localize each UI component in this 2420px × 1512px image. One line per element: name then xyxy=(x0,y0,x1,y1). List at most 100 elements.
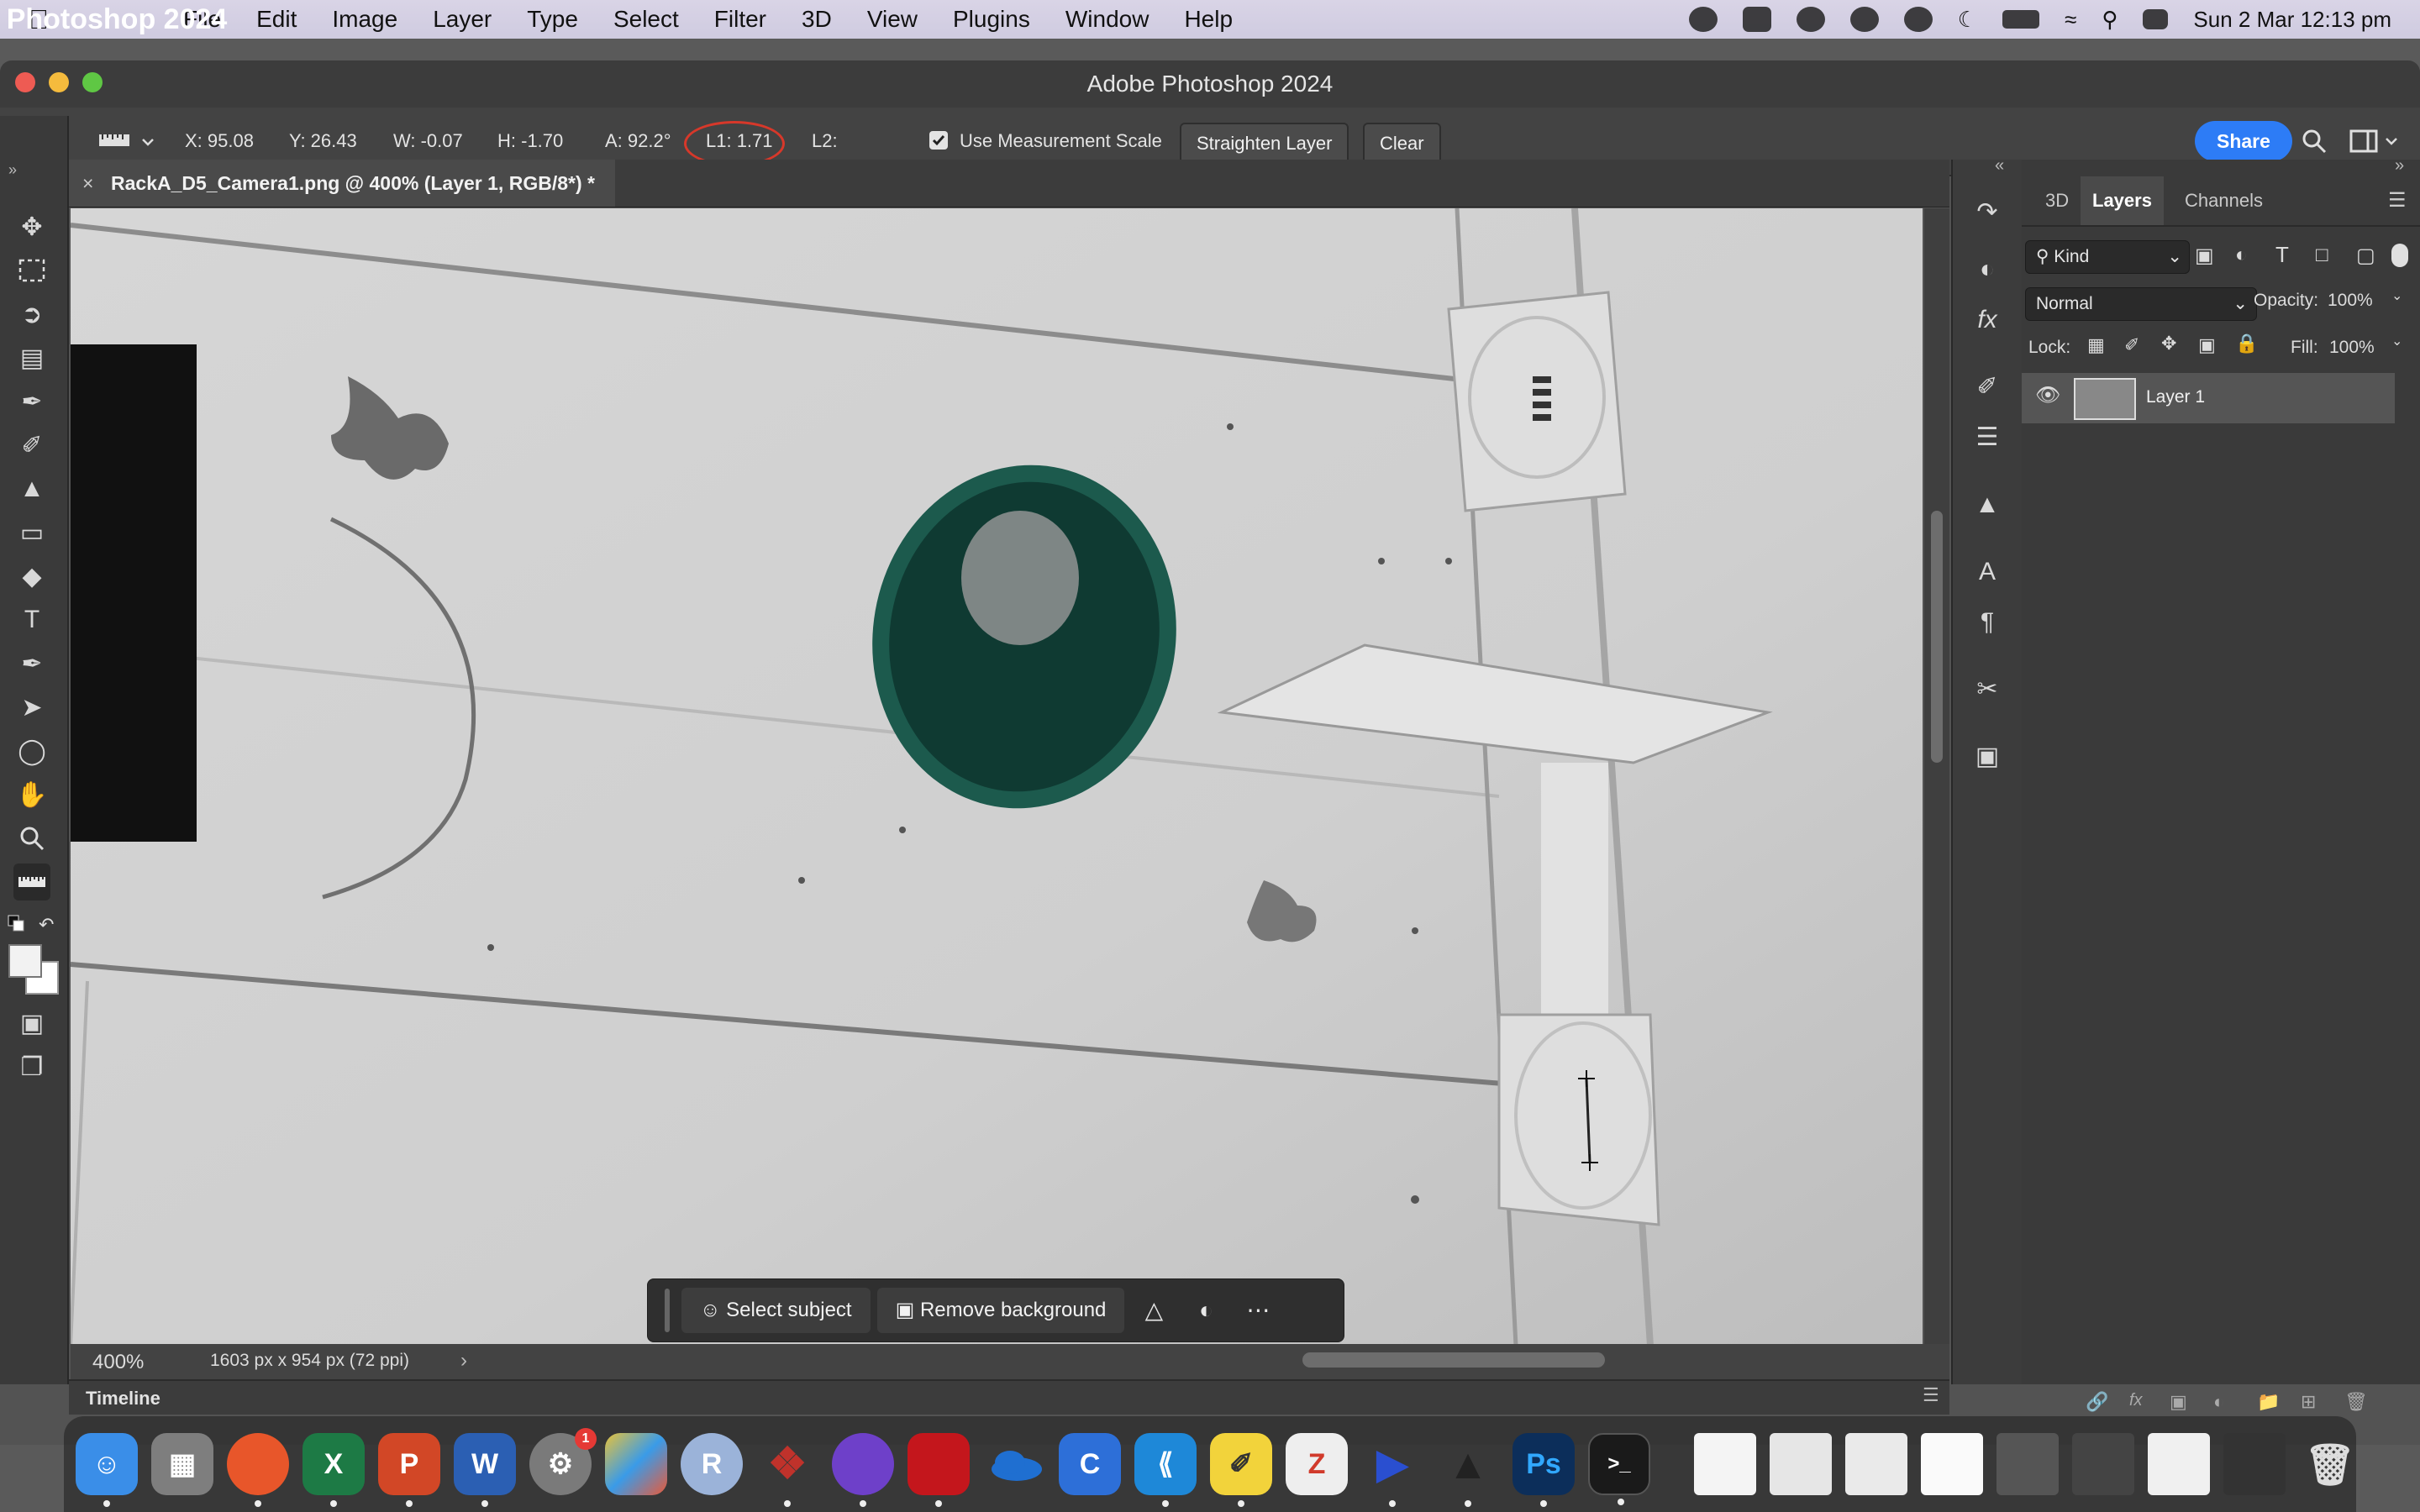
collapse-strip-icon[interactable]: « xyxy=(1995,156,2004,176)
zoom-tool-icon[interactable] xyxy=(13,820,50,857)
share-button[interactable]: Share xyxy=(2195,121,2292,161)
menu-view[interactable]: View xyxy=(850,6,935,33)
delete-layer-icon[interactable]: 🗑 xyxy=(2344,1391,2368,1413)
select-subject-button[interactable]: ☺ Select subject xyxy=(681,1288,871,1333)
history-icon[interactable]: ↷ xyxy=(1970,195,2005,230)
timeline-menu-icon[interactable]: ☰ xyxy=(1923,1384,1939,1406)
menu-select[interactable]: Select xyxy=(596,6,697,33)
clone-source-icon[interactable]: ▲ xyxy=(1970,487,2005,522)
vertical-scroll-thumb[interactable] xyxy=(1931,511,1943,763)
marquee-tool-icon[interactable] xyxy=(13,252,50,289)
opacity-value[interactable]: 100% xyxy=(2328,291,2373,311)
menu-filter[interactable]: Filter xyxy=(697,6,784,33)
adjustment-icon[interactable]: ◐ xyxy=(1183,1288,1228,1333)
menu-window[interactable]: Window xyxy=(1048,6,1167,33)
hand-tool-icon[interactable]: ✋ xyxy=(13,776,50,813)
control-center-icon[interactable] xyxy=(2143,9,2169,29)
eraser-tool-icon[interactable]: ▭ xyxy=(13,514,50,551)
paint-bucket-tool-icon[interactable]: ◆ xyxy=(13,558,50,595)
status-menu-chevron-icon[interactable]: › xyxy=(460,1349,467,1373)
libraries-icon[interactable]: ▣ xyxy=(1970,739,2005,774)
new-layer-icon[interactable]: ⊞ xyxy=(2301,1391,2316,1413)
clear-button[interactable]: Clear xyxy=(1363,123,1441,165)
vertical-scrollbar[interactable] xyxy=(1924,208,1949,1346)
move-tool-icon[interactable]: ✥ xyxy=(13,208,50,245)
recent-document-icon[interactable] xyxy=(2223,1433,2286,1495)
photoshop-icon[interactable]: Ps xyxy=(1512,1433,1575,1507)
menu-3d[interactable]: 3D xyxy=(784,6,850,33)
close-window-button[interactable] xyxy=(15,72,35,92)
horizontal-scroll-thumb[interactable] xyxy=(1302,1352,1605,1368)
toolbar-collapse-icon[interactable]: » xyxy=(8,161,17,179)
swap-colors-icon[interactable]: ↶ xyxy=(39,914,59,935)
recent-document-icon[interactable] xyxy=(1996,1433,2059,1495)
zotero-icon[interactable]: Z xyxy=(1286,1433,1348,1495)
launchpad-icon[interactable]: ▦ xyxy=(151,1433,213,1495)
layer-kind-filter[interactable]: ⚲ Kind ⌄ xyxy=(2025,240,2190,274)
minimize-window-button[interactable] xyxy=(49,72,69,92)
recent-document-icon[interactable] xyxy=(1845,1433,1907,1495)
tool-preset-picker[interactable] xyxy=(96,126,156,156)
measurement-scale-checkbox[interactable] xyxy=(929,131,948,150)
fill-value[interactable]: 100% xyxy=(2329,338,2375,358)
type-tool-icon[interactable]: T xyxy=(13,601,50,638)
new-group-icon[interactable]: 📁 xyxy=(2257,1391,2280,1413)
notes-icon[interactable]: ✐ xyxy=(1210,1433,1272,1507)
play-icon[interactable] xyxy=(1903,7,1933,32)
menu-type[interactable]: Type xyxy=(509,6,596,33)
terminal-icon[interactable]: >_ xyxy=(1588,1433,1650,1505)
c-app-icon[interactable]: C xyxy=(1059,1433,1121,1495)
object-selection-tool-icon[interactable]: ▤ xyxy=(13,339,50,376)
wifi-icon[interactable]: ≈ xyxy=(2065,7,2076,33)
fx-icon[interactable]: fx xyxy=(2129,1391,2143,1410)
recent-document-icon[interactable] xyxy=(1694,1433,1756,1495)
stamp-tool-icon[interactable]: ▲ xyxy=(13,470,50,507)
vpn-icon[interactable] xyxy=(1796,7,1825,32)
onedrive-icon[interactable] xyxy=(983,1433,1045,1495)
lock-image-icon[interactable]: ✐ xyxy=(2124,334,2139,356)
layer-row[interactable]: 👁 Layer 1 xyxy=(2022,373,2395,423)
blend-mode-dropdown[interactable]: Normal ⌄ xyxy=(2025,287,2257,321)
filter-smart-object-icon[interactable]: ▢ xyxy=(2356,244,2375,268)
vscode-icon[interactable]: ⟪ xyxy=(1134,1433,1197,1507)
menu-app-name[interactable]: Photoshop 2024 xyxy=(7,0,228,50)
lock-artboard-icon[interactable]: ▣ xyxy=(2198,334,2216,356)
contextual-bar-handle[interactable] xyxy=(665,1289,670,1332)
recent-document-icon[interactable] xyxy=(2072,1433,2134,1495)
tab-3d[interactable]: 3D xyxy=(2033,176,2081,225)
word-icon[interactable]: W xyxy=(454,1433,516,1507)
search-icon[interactable] xyxy=(2301,128,2328,155)
collapse-panels-icon[interactable]: » xyxy=(2395,156,2404,176)
menu-plugins[interactable]: Plugins xyxy=(935,6,1048,33)
character-icon[interactable]: A xyxy=(1970,554,2005,590)
styles-fx-icon[interactable]: fx xyxy=(1970,302,2005,338)
timeline-label[interactable]: Timeline xyxy=(86,1388,160,1410)
path-selection-tool-icon[interactable]: ➤ xyxy=(13,689,50,726)
filter-shape-icon[interactable]: □ xyxy=(2316,244,2328,267)
dropbox-icon[interactable] xyxy=(1742,7,1771,32)
system-settings-icon[interactable]: ⚙ 1 xyxy=(529,1428,597,1495)
paragraph-icon[interactable]: ¶ xyxy=(1970,605,2005,640)
filter-adjustment-icon[interactable]: ◐ xyxy=(2235,244,2248,267)
menu-image[interactable]: Image xyxy=(314,6,415,33)
notification-icon[interactable] xyxy=(1849,7,1879,32)
excel-icon[interactable]: X xyxy=(302,1433,365,1507)
transform-icon[interactable]: △ xyxy=(1131,1288,1176,1333)
media-icon[interactable]: ▶ xyxy=(1361,1433,1423,1507)
menubar-clock[interactable]: Sun 2 Mar 12:13 pm xyxy=(2193,7,2391,33)
properties-icon[interactable]: ☰ xyxy=(1970,420,2005,455)
r-icon[interactable]: R xyxy=(681,1433,743,1495)
adjustments-icon[interactable]: ◐ xyxy=(1970,252,2005,287)
github-icon[interactable] xyxy=(832,1433,894,1507)
recent-document-icon[interactable] xyxy=(1770,1433,1832,1495)
tools-icon[interactable]: ✂ xyxy=(1970,672,2005,707)
quick-mask-icon[interactable]: ▣ xyxy=(13,1005,50,1042)
moon-icon[interactable]: ☾ xyxy=(1958,7,1977,33)
acrobat-icon[interactable] xyxy=(908,1433,970,1507)
menu-layer[interactable]: Layer xyxy=(415,6,509,33)
firefox-icon[interactable] xyxy=(227,1433,289,1507)
document-tab[interactable]: × RackA_D5_Camera1.png @ 400% (Layer 1, … xyxy=(69,160,615,207)
zoom-level[interactable]: 400% xyxy=(92,1351,144,1374)
battery-icon[interactable] xyxy=(2002,10,2040,29)
remove-background-button[interactable]: ▣ Remove background xyxy=(876,1288,1125,1333)
